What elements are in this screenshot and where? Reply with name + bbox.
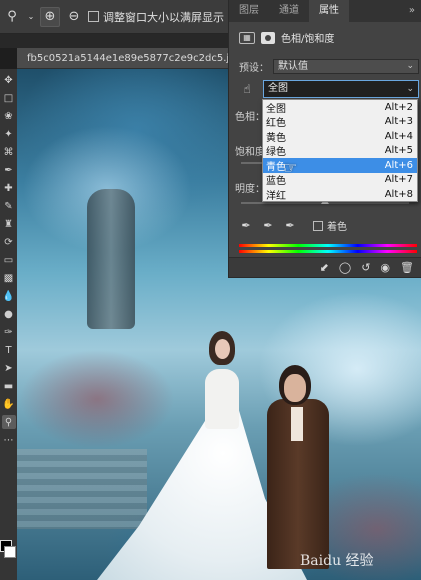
dropdown-item-reds[interactable]: 红色 Alt+3 — [263, 115, 417, 130]
hue-spectrum-bar-bottom — [239, 250, 417, 253]
blur-tool-icon[interactable]: 💧 — [2, 289, 16, 303]
dropdown-item-shortcut: Alt+7 — [384, 174, 413, 186]
eraser-tool-icon[interactable]: ▭ — [2, 253, 16, 267]
dropdown-item-magentas[interactable]: 洋红 Alt+8 — [263, 187, 417, 202]
photo-tree-trunk — [87, 189, 135, 329]
channel-select[interactable]: 全图 ⌄ — [263, 80, 419, 98]
dropdown-item-label: 黄色 — [266, 132, 286, 144]
colorize-option[interactable]: 着色 — [313, 218, 347, 233]
crop-tool-icon[interactable]: ⌘ — [2, 145, 16, 159]
adjustment-header: ▦ 色相/饱和度 — [239, 30, 334, 45]
zoom-in-icon[interactable]: ⊕ — [40, 6, 60, 27]
marquee-tool-icon[interactable]: □ — [2, 91, 16, 105]
tools-panel: ✥ □ ❀ ✦ ⌘ ✒ ✚ ✎ ♜ ⟳ ▭ ▩ 💧 ● ✑ T ➤ ▬ ✋ ⚲ … — [0, 69, 17, 580]
resize-windows-label: 调整窗口大小以满屏显示 — [103, 10, 224, 24]
colorize-checkbox[interactable] — [313, 220, 323, 231]
hand-tool-icon[interactable]: ✋ — [2, 397, 16, 411]
channel-value: 全图 — [268, 83, 288, 94]
dropdown-item-label: 红色 — [266, 118, 286, 130]
reset-icon[interactable]: ↺ — [361, 261, 370, 274]
zoom-tool-icon[interactable]: ⚲ — [2, 7, 22, 27]
photo-bride-bodice — [205, 369, 239, 429]
dropdown-item-shortcut: Alt+8 — [384, 188, 413, 200]
trash-icon[interactable]: 🗑 — [400, 261, 414, 274]
mouse-pointer-icon: ☞ — [283, 158, 298, 177]
preset-row: 预设： 默认值 ⌄ — [239, 58, 419, 74]
tab-properties[interactable]: 属性 — [309, 0, 349, 22]
more-tools-icon[interactable]: ⋯ — [2, 433, 16, 447]
dropdown-item-shortcut: Alt+3 — [384, 116, 413, 128]
stamp-tool-icon[interactable]: ♜ — [2, 217, 16, 231]
preset-label: 预设： — [239, 62, 269, 74]
tab-bar-background — [0, 34, 232, 48]
targeted-adjustment-hand-icon[interactable]: ☝ — [239, 81, 255, 97]
lightness-label: 明度： — [235, 184, 265, 195]
background-color-swatch[interactable] — [4, 546, 16, 558]
dropdown-item-shortcut: Alt+2 — [384, 101, 413, 113]
zoom-tool-icon[interactable]: ⚲ — [1, 415, 16, 429]
layer-mask-icon[interactable] — [261, 31, 275, 44]
gradient-tool-icon[interactable]: ▩ — [2, 271, 16, 285]
visibility-eye-icon[interactable]: ◉ — [380, 261, 390, 274]
preset-value: 默认值 — [278, 60, 308, 72]
eyedropper-row: ✒ ✒ ✒ 着色 — [239, 218, 347, 233]
clip-to-layer-icon[interactable]: ⬋ — [320, 261, 329, 274]
resize-windows-checkbox[interactable] — [88, 11, 99, 22]
watermark: Baidu 经验 — [300, 553, 374, 569]
quick-select-tool-icon[interactable]: ✦ — [2, 127, 16, 141]
tab-channels[interactable]: 通道 — [269, 0, 309, 22]
dropdown-item-master[interactable]: 全图 Alt+2 — [263, 100, 417, 115]
dropdown-item-shortcut: Alt+6 — [384, 159, 413, 171]
channel-row: ☝ 全图 ⌄ — [239, 80, 419, 98]
brush-tool-icon[interactable]: ✎ — [2, 199, 16, 213]
dropdown-item-label: 全图 — [266, 103, 286, 115]
dropdown-item-shortcut: Alt+4 — [384, 130, 413, 142]
document-tab[interactable]: fb5c0521a5144e1e89e5877c2e9c2dc5.jpg — [17, 48, 232, 69]
view-previous-state-icon[interactable]: ◯ — [339, 261, 351, 274]
photo-bride-face — [215, 339, 230, 359]
photo-stone-steps — [17, 449, 147, 529]
preset-select[interactable]: 默认值 ⌄ — [273, 58, 419, 74]
dropdown-item-label: 洋红 — [266, 190, 286, 202]
healing-brush-tool-icon[interactable]: ✚ — [2, 181, 16, 195]
type-tool-icon[interactable]: T — [2, 343, 16, 357]
history-brush-tool-icon[interactable]: ⟳ — [2, 235, 16, 249]
dodge-tool-icon[interactable]: ● — [2, 307, 16, 321]
hue-label: 色相： — [235, 112, 265, 123]
dropdown-item-greens[interactable]: 绿色 Alt+5 — [263, 144, 417, 159]
pen-tool-icon[interactable]: ✑ — [2, 325, 16, 339]
panel-menu-icon[interactable]: » — [409, 0, 415, 22]
chevron-down-icon: ⌄ — [406, 84, 414, 94]
dropdown-item-yellows[interactable]: 黄色 Alt+4 — [263, 129, 417, 144]
shape-tool-icon[interactable]: ▬ — [2, 379, 16, 393]
dropdown-item-label: 绿色 — [266, 147, 286, 159]
hue-spectrum-bar-top — [239, 244, 417, 247]
eyedropper-icon[interactable]: ✒ — [239, 219, 253, 233]
zoom-out-icon[interactable]: ⊖ — [64, 7, 84, 27]
chevron-down-icon[interactable]: ⌄ — [26, 7, 36, 27]
eyedropper-minus-icon[interactable]: ✒ — [283, 219, 297, 233]
panel-tab-bar: 图层 通道 属性 » — [229, 0, 421, 22]
dropdown-item-shortcut: Alt+5 — [384, 145, 413, 157]
photo-groom-shirt — [291, 407, 303, 441]
hue-saturation-layer-icon[interactable]: ▦ — [239, 31, 255, 44]
channel-dropdown-list: 全图 Alt+2 红色 Alt+3 黄色 Alt+4 绿色 Alt+5 青色 A… — [262, 99, 418, 202]
eyedropper-plus-icon[interactable]: ✒ — [261, 219, 275, 233]
adjustment-title: 色相/饱和度 — [281, 34, 335, 45]
tab-layers[interactable]: 图层 — [229, 0, 269, 22]
eyedropper-tool-icon[interactable]: ✒ — [2, 163, 16, 177]
path-select-tool-icon[interactable]: ➤ — [2, 361, 16, 375]
lasso-tool-icon[interactable]: ❀ — [2, 109, 16, 123]
move-tool-icon[interactable]: ✥ — [2, 73, 16, 87]
photo-groom-face — [284, 374, 306, 402]
panel-footer: ⬋ ◯ ↺ ◉ 🗑 — [229, 257, 421, 277]
colorize-label: 着色 — [327, 222, 347, 233]
chevron-down-icon: ⌄ — [406, 60, 414, 71]
